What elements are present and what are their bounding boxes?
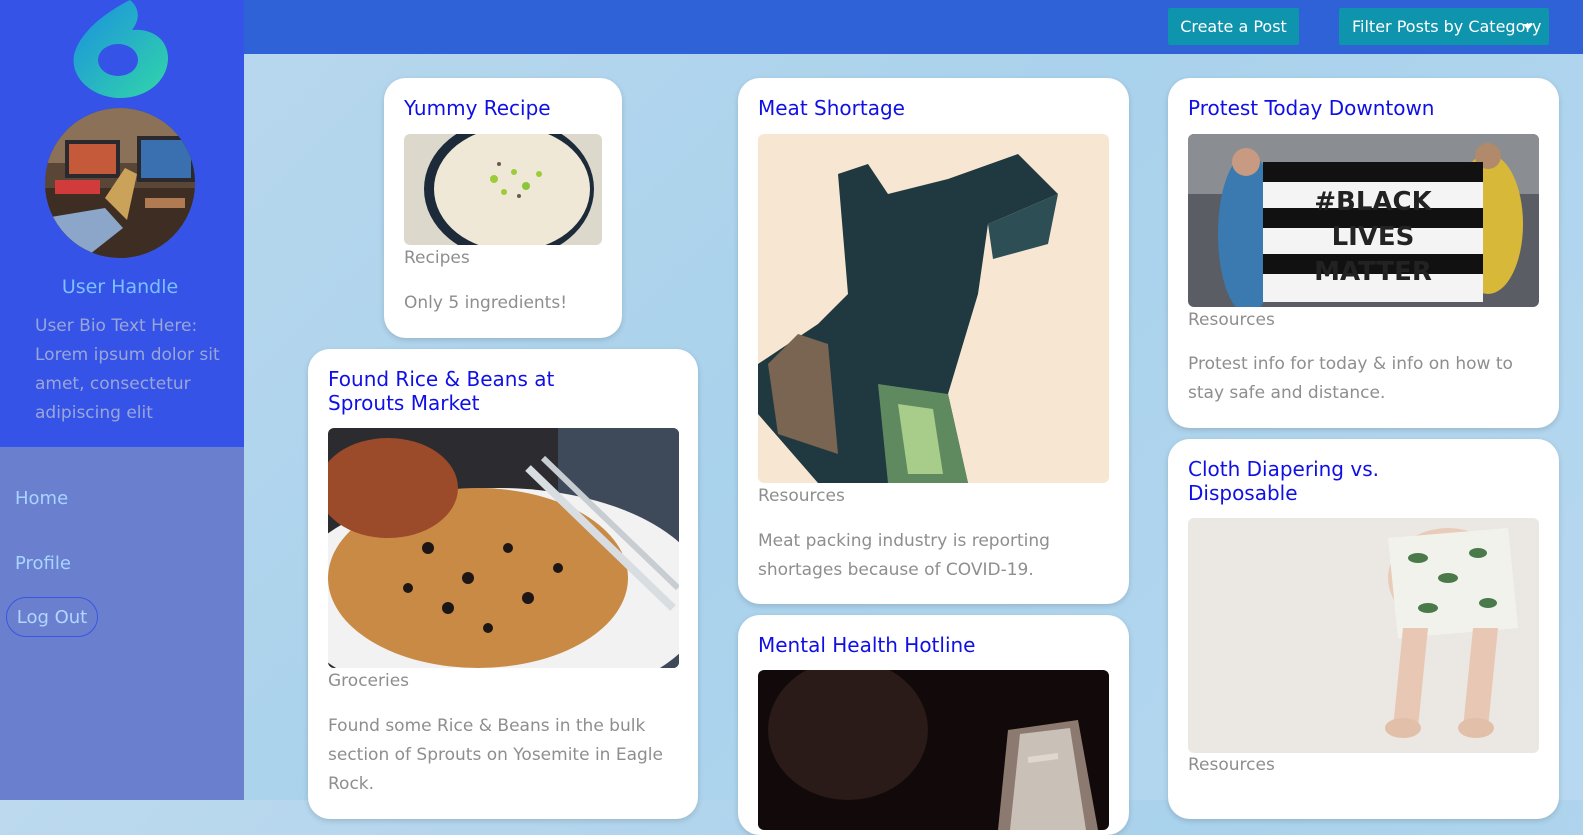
profile-panel: User Handle User Bio Text Here: Lorem ip… — [0, 0, 244, 447]
post-card[interactable]: Yummy Recipe Recipes Only 5 ingredients! — [384, 78, 622, 338]
post-title[interactable]: Yummy Recipe — [404, 96, 551, 120]
banner-line-3: MATTER — [1314, 257, 1432, 287]
post-description: Protest info for today & info on how to … — [1188, 354, 1513, 403]
post-category: Recipes — [404, 248, 470, 268]
post-title[interactable]: Found Rice & Beans at Sprouts Market — [328, 367, 588, 415]
chevron-down-icon — [1523, 24, 1533, 30]
user-handle: User Handle — [61, 276, 179, 298]
nav-profile[interactable]: Profile — [15, 553, 71, 574]
filter-category-label: Filter Posts by Category — [1352, 17, 1542, 36]
filter-category-select[interactable]: Filter Posts by Category — [1339, 8, 1549, 45]
top-bar: Create a Post Filter Posts by Category — [244, 0, 1583, 54]
post-card[interactable]: Cloth Diapering vs. Disposable Resources — [1168, 439, 1559, 819]
post-image: #BLACK LIVES MATTER — [1188, 134, 1539, 307]
post-image — [1188, 518, 1539, 753]
post-category: Groceries — [328, 671, 410, 691]
post-image — [758, 134, 1109, 483]
post-title[interactable]: Cloth Diapering vs. Disposable — [1188, 457, 1438, 505]
post-card[interactable]: Found Rice & Beans at Sprouts Market Gro… — [308, 349, 698, 819]
post-title[interactable]: Mental Health Hotline — [758, 633, 976, 657]
sidebar: User Handle User Bio Text Here: Lorem ip… — [0, 0, 244, 800]
post-category: Resources — [1188, 755, 1275, 775]
nav-home[interactable]: Home — [15, 488, 68, 509]
banner-line-2: LIVES — [1332, 222, 1415, 252]
post-title[interactable]: Protest Today Downtown — [1188, 96, 1434, 120]
post-image — [328, 428, 679, 668]
post-category: Resources — [1188, 310, 1275, 330]
post-card[interactable]: Mental Health Hotline — [738, 615, 1129, 835]
post-card[interactable]: Protest Today Downtown #BLACK LIVES MATT… — [1168, 78, 1559, 428]
user-bio: User Bio Text Here: Lorem ipsum dolor si… — [35, 316, 220, 423]
post-description: Found some Rice & Beans in the bulk sect… — [328, 716, 663, 794]
post-description: Only 5 ingredients! — [404, 293, 568, 313]
post-title[interactable]: Meat Shortage — [758, 96, 905, 120]
create-post-button[interactable]: Create a Post — [1168, 8, 1299, 45]
banner-line-1: #BLACK — [1314, 187, 1432, 217]
app-logo-icon — [70, 0, 170, 98]
post-image — [404, 134, 602, 245]
post-image — [758, 670, 1109, 830]
post-category: Resources — [758, 486, 845, 506]
avatar[interactable] — [45, 108, 195, 258]
logout-button[interactable]: Log Out — [6, 597, 98, 637]
post-card[interactable]: Meat Shortage Resources Meat packing ind… — [738, 78, 1129, 604]
post-description: Meat packing industry is reporting short… — [758, 531, 1050, 580]
